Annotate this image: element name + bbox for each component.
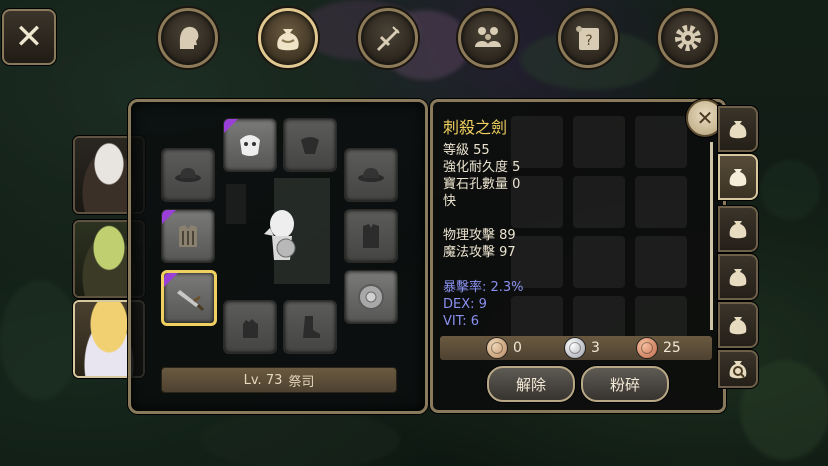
silver-coin-icon bbox=[564, 337, 586, 359]
bag-icon bbox=[729, 169, 747, 187]
currency-bronze: 0 bbox=[486, 337, 522, 359]
equip-slot-weapon[interactable] bbox=[161, 270, 217, 326]
bag-icon bbox=[277, 29, 299, 51]
bonus-dex: DEX: 9 bbox=[443, 297, 487, 312]
bag-tab-search[interactable] bbox=[718, 350, 758, 388]
currency-silver: 3 bbox=[564, 337, 600, 359]
equip-slot-armor[interactable] bbox=[161, 209, 215, 263]
bonus-crit: 暴擊率: 2.3% bbox=[443, 280, 524, 295]
armor-icon bbox=[179, 225, 197, 247]
scroll-icon: ? bbox=[576, 26, 599, 50]
bag-tab-1[interactable] bbox=[718, 106, 758, 152]
currency-bronze-value: 0 bbox=[513, 340, 522, 356]
close-menu-button[interactable]: ✕ bbox=[2, 9, 56, 65]
stats-scrollbar[interactable] bbox=[710, 142, 713, 330]
equip-slot-hat[interactable] bbox=[161, 148, 215, 202]
close-icon: ✕ bbox=[14, 17, 44, 57]
equip-slot-cape[interactable] bbox=[283, 118, 337, 172]
character-preview bbox=[224, 176, 332, 286]
bonus-vit: VIT: 6 bbox=[443, 314, 480, 329]
bag-tab-3[interactable] bbox=[718, 206, 758, 252]
stat-phys-atk: 物理攻擊 89 bbox=[443, 228, 516, 243]
close-icon: ✕ bbox=[696, 106, 714, 130]
item-name: 刺殺之劍 bbox=[443, 118, 508, 137]
group-icon bbox=[475, 27, 501, 47]
currency-silver-value: 3 bbox=[591, 340, 600, 356]
scroll-thumb[interactable] bbox=[710, 142, 713, 330]
stat-mag-atk: 魔法攻擊 97 bbox=[443, 245, 516, 260]
currency-copper: 25 bbox=[636, 337, 681, 359]
equipment-panel: Lv. 73 祭司 bbox=[128, 99, 428, 414]
level-class-bar: Lv. 73 祭司 bbox=[161, 367, 397, 393]
class-label: 祭司 bbox=[288, 374, 315, 390]
hat-icon bbox=[358, 168, 384, 182]
rare-marker bbox=[164, 273, 178, 287]
equip-slot-boots[interactable] bbox=[283, 300, 337, 354]
bag-grid-behind bbox=[511, 116, 701, 348]
stat-level: 等級 55 bbox=[443, 143, 490, 158]
level-label: Lv. 73 bbox=[243, 372, 283, 388]
cape-icon bbox=[301, 137, 319, 154]
nav-quest-button[interactable]: ? bbox=[558, 8, 618, 68]
equip-slot-headgear[interactable] bbox=[223, 118, 277, 172]
gear-icon bbox=[675, 25, 701, 51]
nav-character-button[interactable] bbox=[158, 8, 218, 68]
nav-settings-button[interactable] bbox=[658, 8, 718, 68]
rare-marker bbox=[162, 210, 176, 224]
head-profile-icon bbox=[179, 26, 199, 49]
bag-icon bbox=[729, 269, 747, 287]
item-stats: 等級 55 強化耐久度 5 寶石孔數量 0 快 物理攻擊 89 魔法攻擊 97 bbox=[443, 142, 520, 261]
equip-slot-coat[interactable] bbox=[344, 209, 398, 263]
equip-slot-gloves[interactable] bbox=[223, 300, 277, 354]
smash-button[interactable]: 粉碎 bbox=[581, 366, 669, 402]
rare-marker bbox=[224, 119, 238, 133]
equip-slot-accessory[interactable] bbox=[344, 148, 398, 202]
top-nav: ? bbox=[158, 8, 718, 68]
stat-durability: 強化耐久度 5 bbox=[443, 160, 521, 175]
bag-tab-2[interactable] bbox=[718, 154, 758, 200]
bag-icon bbox=[729, 121, 747, 139]
bronze-coin-icon bbox=[486, 337, 508, 359]
bag-icon bbox=[729, 221, 747, 239]
bag-tab-5[interactable] bbox=[718, 302, 758, 348]
stat-speed: 快 bbox=[443, 194, 457, 209]
bag-icon bbox=[729, 317, 747, 335]
bag-search-icon bbox=[729, 361, 747, 379]
coat-icon bbox=[363, 224, 379, 248]
svg-text:?: ? bbox=[585, 33, 592, 49]
glove-icon bbox=[243, 319, 258, 338]
nav-skills-button[interactable] bbox=[358, 8, 418, 68]
unequip-button[interactable]: 解除 bbox=[487, 366, 575, 402]
currency-copper-value: 25 bbox=[663, 340, 681, 356]
equip-slot-shield[interactable] bbox=[344, 270, 398, 324]
bag-tab-4[interactable] bbox=[718, 254, 758, 300]
sell-price-bar: 0 3 25 bbox=[440, 336, 712, 360]
shield-icon bbox=[358, 284, 384, 310]
stat-sockets: 寶石孔數量 0 bbox=[443, 177, 521, 192]
mask-icon bbox=[240, 135, 260, 156]
crossed-sword-icon bbox=[377, 26, 400, 51]
nav-inventory-button[interactable] bbox=[258, 8, 318, 68]
boot-icon bbox=[303, 316, 320, 338]
hat-icon bbox=[175, 168, 201, 182]
copper-coin-icon bbox=[636, 337, 658, 359]
nav-party-button[interactable] bbox=[458, 8, 518, 68]
item-bonus-stats: 暴擊率: 2.3% DEX: 9 VIT: 6 bbox=[443, 279, 524, 330]
character-sprite bbox=[226, 178, 330, 284]
item-detail-panel: 刺殺之劍 等級 55 強化耐久度 5 寶石孔數量 0 快 物理攻擊 89 魔法攻… bbox=[430, 99, 726, 413]
